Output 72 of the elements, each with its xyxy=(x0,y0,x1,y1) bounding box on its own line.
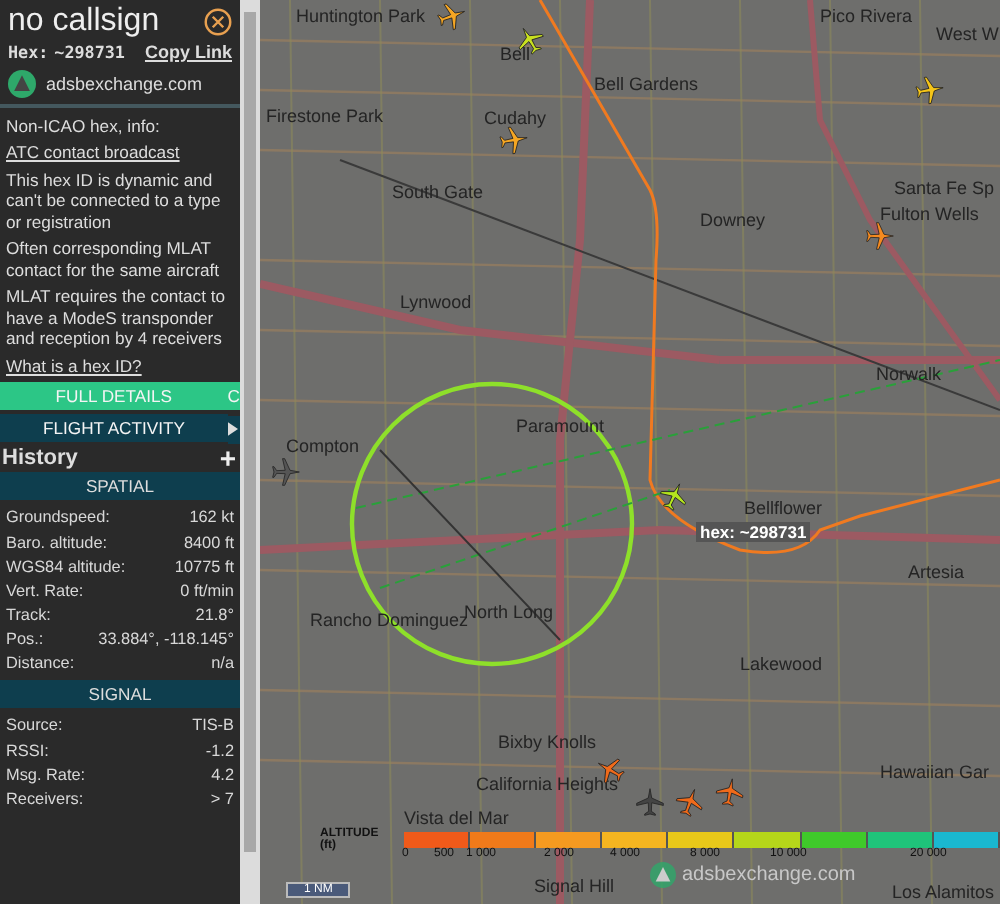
scrollbar[interactable] xyxy=(240,0,260,904)
field-value: > 7 xyxy=(210,790,234,809)
place-label: Los Alamitos xyxy=(892,882,995,902)
place-label: Santa Fe Sp xyxy=(894,178,995,198)
hex-value: ~298731 xyxy=(54,42,125,62)
place-label: North Long xyxy=(464,602,554,622)
hex-label: Hex: xyxy=(8,42,49,62)
info-link[interactable]: ATC contact broadcast xyxy=(6,142,234,164)
place-label: Pico Rivera xyxy=(820,6,913,26)
place-label: California Heights xyxy=(476,774,619,794)
place-label: Bell xyxy=(500,44,531,64)
place-label: Bell Gardens xyxy=(594,74,699,94)
place-label: Firestone Park xyxy=(266,106,384,126)
expand-button[interactable]: + xyxy=(219,446,236,471)
field-label: Pos.: xyxy=(6,630,44,649)
field-value: 33.884°, -118.145° xyxy=(98,630,234,649)
field-label: Source: xyxy=(6,716,63,735)
place-label: Lynwood xyxy=(400,292,472,312)
place-label: Hawaiian Gar xyxy=(880,762,990,782)
field-label: Distance: xyxy=(6,654,75,673)
close-icon[interactable] xyxy=(204,8,232,36)
aircraft-label: hex: ~298731 xyxy=(696,522,811,542)
field-value: 4.2 xyxy=(211,765,234,784)
field-value: 10775 ft xyxy=(174,557,234,576)
field-value: TIS-B xyxy=(192,716,234,735)
info-text: Often corresponding MLAT contact for the same aircraft xyxy=(6,238,222,281)
airplane-icon[interactable] xyxy=(711,773,749,811)
info-text: Non-ICAO hex, info: xyxy=(6,116,162,137)
logo-icon xyxy=(8,70,36,98)
place-label: Artesia xyxy=(908,562,965,582)
airplane-icon[interactable] xyxy=(911,71,949,109)
place-label: Signal Hill xyxy=(534,876,615,896)
field-value: 0 ft/min xyxy=(180,581,234,600)
field-label: Msg. Rate: xyxy=(6,765,86,784)
place-label: Lakewood xyxy=(740,654,823,674)
info-text: This hex ID is dynamic and can't be connected to a type or registration xyxy=(6,169,223,233)
place-label: West W xyxy=(936,24,999,44)
place-label: South Gate xyxy=(392,182,484,202)
info-link[interactable]: What is a hex ID? xyxy=(6,355,234,377)
field-value: 162 kt xyxy=(189,508,234,527)
airplane-icon[interactable] xyxy=(864,220,896,252)
field-value: 8400 ft xyxy=(183,533,234,552)
place-label: Norwalk xyxy=(876,364,942,384)
field-value: -1.2 xyxy=(205,741,234,760)
field-value: 21.8° xyxy=(195,606,234,625)
place-label: Fulton Wells xyxy=(880,204,979,224)
section-header: SIGNAL xyxy=(0,680,240,709)
place-label: Cudahy xyxy=(484,108,547,128)
field-value: n/a xyxy=(211,654,234,673)
map-attribution: adsbexchange.com xyxy=(682,864,856,886)
place-label: Compton xyxy=(286,436,360,456)
scroll-thumb[interactable] xyxy=(244,12,256,852)
field-label: Vert. Rate: xyxy=(6,581,84,600)
history-title: History xyxy=(2,446,78,471)
info-text: MLAT requires the contact to have a ModeS transponder and reception by 4 receivers xyxy=(6,286,228,350)
field-label: Receivers: xyxy=(6,790,84,809)
place-label: Huntington Park xyxy=(296,6,426,26)
field-label: Groundspeed: xyxy=(6,508,110,527)
activity-button[interactable]: FLIGHT ACTIVITY xyxy=(0,414,228,443)
field-label: RSSI: xyxy=(6,741,49,760)
field-label: WGS84 altitude: xyxy=(6,557,126,576)
logo-icon xyxy=(650,862,676,888)
place-label: Vista del Mar xyxy=(404,808,509,828)
aircraft-title: no callsign xyxy=(8,4,160,40)
copy-link[interactable]: Copy Link xyxy=(144,42,232,62)
place-label: Bellflower xyxy=(744,498,823,518)
field-label: Baro. altitude: xyxy=(6,533,108,552)
source-site: adsbexchange.com xyxy=(46,74,203,94)
section-header: SPATIAL xyxy=(0,472,240,501)
field-label: Track: xyxy=(6,606,51,625)
place-label: Downey xyxy=(700,210,766,230)
place-label: Bixby Knolls xyxy=(498,732,597,752)
